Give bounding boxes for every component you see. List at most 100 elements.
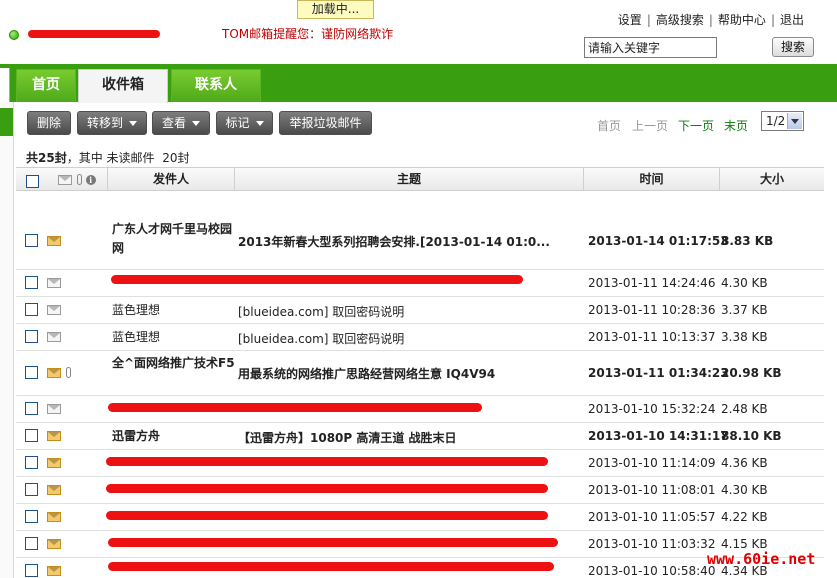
unread-envelope-icon [47, 431, 61, 441]
table-row[interactable]: 广东人才网千里马校园网 2013年新春大型系列招聘会安排.[2013-01-14… [16, 210, 824, 270]
search-button[interactable]: 搜索 [772, 37, 814, 57]
mark-button[interactable]: 标记 [216, 111, 273, 135]
view-button[interactable]: 查看 [152, 111, 210, 135]
unread-count: 20封 [162, 151, 190, 165]
table-row[interactable]: 2013-01-10 11:05:57 4.22 KB [16, 504, 824, 531]
row-time: 2013-01-10 10:58:40 [588, 564, 716, 578]
row-subject[interactable]: 用最系统的网络推广思路经营网络生意 IQ4V94 [238, 365, 583, 382]
row-subject[interactable]: 2013年新春大型系列招聘会安排.[2013-01-14 01:0... [238, 233, 583, 250]
row-size: 8.83 KB [721, 234, 774, 248]
pager-next[interactable]: 下一页 [678, 117, 714, 134]
select-all-cell [16, 168, 48, 190]
table-row[interactable]: 蓝色理想 [blueidea.com] 取回密码说明 2013-01-11 10… [16, 297, 824, 324]
chevron-down-icon [129, 121, 137, 126]
online-status-icon [9, 30, 19, 40]
row-time: 2013-01-11 01:34:23 [588, 366, 729, 380]
move-to-label: 转移到 [86, 116, 123, 130]
nav-collapse-handle[interactable] [0, 68, 10, 102]
unread-envelope-icon [47, 236, 61, 246]
move-to-button[interactable]: 转移到 [77, 111, 147, 135]
column-time[interactable]: 时间 [583, 168, 719, 190]
tab-home[interactable]: 首页 [16, 69, 76, 102]
logout-link[interactable]: 退出 [780, 13, 804, 27]
column-subject[interactable]: 主题 [234, 168, 583, 190]
column-sender[interactable]: 发件人 [107, 168, 234, 190]
read-envelope-icon [47, 404, 61, 414]
row-checkbox[interactable] [25, 330, 38, 343]
security-alert: TOM邮箱提醒您：谨防网络欺诈 [222, 27, 394, 41]
pager-last[interactable]: 末页 [724, 117, 748, 134]
read-envelope-icon [47, 332, 61, 342]
row-sender: 蓝色理想 [112, 303, 161, 317]
row-sender: 广东人才网千里马校园网 [112, 222, 233, 255]
settings-link[interactable]: 设置 [618, 13, 642, 27]
row-size: 3.37 KB [721, 303, 768, 317]
row-time: 2013-01-10 11:05:57 [588, 510, 716, 524]
table-row[interactable]: 迅雷方舟 【迅雷方舟】1080P 高清王道 战胜末日 2013-01-10 14… [16, 423, 824, 450]
row-checkbox[interactable] [25, 537, 38, 550]
select-all-checkbox[interactable] [25, 175, 39, 188]
row-size: 88.10 KB [721, 429, 782, 443]
row-checkbox[interactable] [25, 402, 38, 415]
main-nav: 首页 收件箱 联系人 [0, 64, 837, 103]
table-row[interactable]: 2013-01-10 11:03:32 4.15 KB [16, 531, 824, 558]
table-row[interactable]: 全^面网络推广技术F5 用最系统的网络推广思路经营网络生意 IQ4V94 201… [16, 351, 824, 396]
redaction-mark [108, 562, 554, 571]
redaction-mark [106, 484, 548, 493]
row-sender: 全^面网络推广技术F5 [112, 356, 235, 370]
row-subject[interactable]: [blueidea.com] 取回密码说明 [238, 330, 583, 347]
row-time: 2013-01-10 15:32:24 [588, 402, 716, 416]
chevron-down-icon [192, 121, 200, 126]
search-input[interactable] [584, 37, 717, 58]
help-center-link[interactable]: 帮助中心 [718, 13, 766, 27]
summary-middle: ，其中 [66, 151, 103, 165]
row-subject[interactable]: [blueidea.com] 取回密码说明 [238, 303, 583, 320]
redaction-mark [106, 457, 548, 466]
row-sender: 迅雷方舟 [112, 429, 161, 443]
row-size: 2.48 KB [721, 402, 768, 416]
tab-inbox[interactable]: 收件箱 [78, 69, 168, 103]
table-row[interactable]: 蓝色理想 [blueidea.com] 取回密码说明 2013-01-11 10… [16, 324, 824, 351]
row-subject[interactable]: 【迅雷方舟】1080P 高清王道 战胜末日 [238, 429, 583, 446]
row-checkbox[interactable] [25, 366, 38, 379]
redaction-mark [111, 275, 523, 284]
table-header: i 发件人 主题 时间 大小 [16, 167, 824, 191]
page-select[interactable]: 1/2 [761, 111, 804, 131]
report-spam-button[interactable]: 举报垃圾邮件 [279, 111, 372, 135]
top-links: 设置 | 高级搜索 | 帮助中心 | 退出 [617, 13, 804, 27]
icon-columns: i [46, 168, 108, 190]
row-checkbox[interactable] [25, 510, 38, 523]
redaction-mark [28, 30, 160, 38]
row-checkbox[interactable] [25, 234, 38, 247]
page-select-value: 1/2 [766, 114, 786, 128]
row-size: 4.30 KB [721, 276, 768, 290]
advanced-search-link[interactable]: 高级搜索 [656, 13, 704, 27]
tab-contacts[interactable]: 联系人 [171, 69, 261, 102]
table-row[interactable]: 2013-01-10 11:08:01 4.30 KB [16, 477, 824, 504]
row-size: 3.38 KB [721, 330, 768, 344]
row-checkbox[interactable] [25, 483, 38, 496]
unread-envelope-icon [47, 512, 61, 522]
row-time: 2013-01-10 11:03:32 [588, 537, 716, 551]
table-row[interactable]: 2013-01-10 10:58:40 4.34 KB [16, 558, 824, 578]
table-row[interactable]: 2013-01-11 14:24:46 4.30 KB [16, 270, 824, 297]
table-row[interactable]: 2013-01-10 11:14:09 4.36 KB [16, 450, 824, 477]
row-checkbox[interactable] [25, 564, 38, 577]
row-sender: 蓝色理想 [112, 330, 161, 344]
row-checkbox[interactable] [25, 303, 38, 316]
delete-button[interactable]: 删除 [27, 111, 71, 135]
table-row[interactable]: 2013-01-10 15:32:24 2.48 KB [16, 396, 824, 423]
chevron-down-icon [255, 121, 264, 126]
row-time: 2013-01-11 14:24:46 [588, 276, 716, 290]
folder-sidebar-edge [0, 102, 14, 578]
unread-label: 未读邮件 [106, 151, 155, 165]
row-checkbox[interactable] [25, 456, 38, 469]
row-checkbox[interactable] [25, 276, 38, 289]
row-size: 4.15 KB [721, 537, 768, 551]
column-size[interactable]: 大小 [719, 168, 824, 190]
row-size: 4.36 KB [721, 456, 768, 470]
envelope-icon [58, 174, 73, 185]
chevron-down-icon [787, 113, 802, 129]
row-checkbox[interactable] [25, 429, 38, 442]
loading-indicator: 加载中... [297, 0, 374, 19]
